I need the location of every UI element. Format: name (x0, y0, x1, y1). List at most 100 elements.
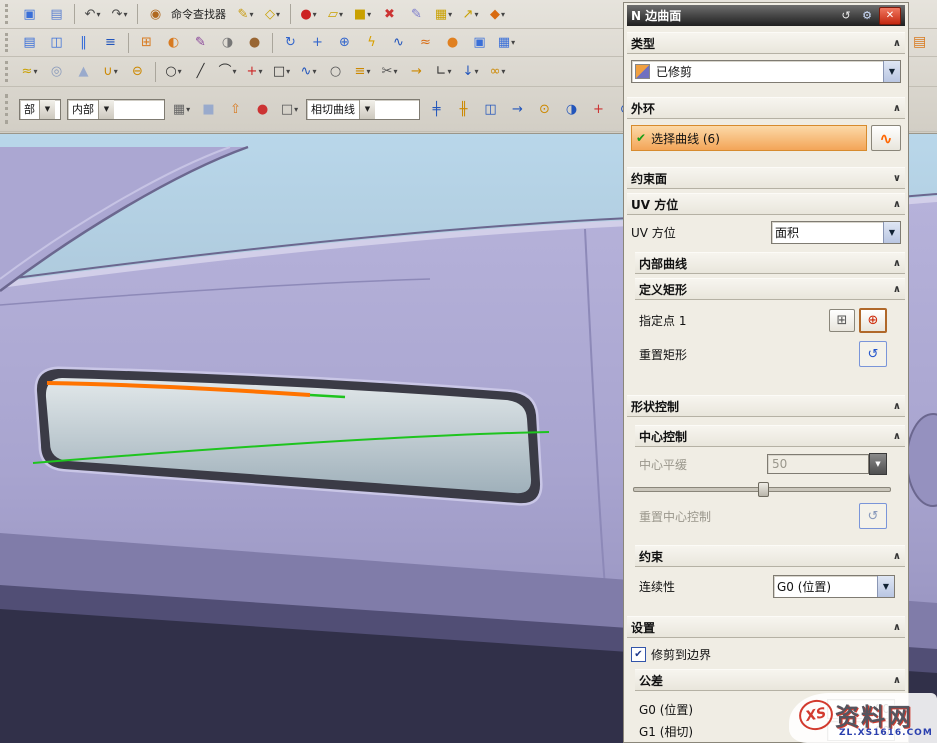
chain-snap-icon[interactable]: ◫ (478, 97, 503, 121)
rectangle-tool-icon[interactable]: □▾ (269, 60, 294, 84)
dropdown-arrow-icon[interactable]: ▾ (249, 10, 253, 19)
join-curve-icon[interactable]: ∞▾ (485, 60, 510, 84)
section-header-settings[interactable]: 设置 ∧ (627, 616, 905, 638)
selection-filter-combo[interactable]: 内部 ▼ (67, 99, 165, 120)
scope-combo[interactable]: 部 ▼ (19, 99, 61, 120)
render-icon[interactable]: ● (242, 31, 267, 55)
pan-view-icon[interactable]: + (305, 31, 330, 55)
chevron-up-icon[interactable]: ∧ (893, 551, 901, 562)
point-constructor-button[interactable]: ⊕ (859, 308, 887, 333)
report-icon[interactable]: ≡ (98, 31, 123, 55)
project-curve-icon[interactable]: ↓▾ (458, 60, 483, 84)
combo-arrow-icon[interactable]: ▼ (359, 100, 375, 119)
toolbar-grip[interactable] (5, 61, 13, 81)
layout-icon[interactable]: ⊞ (134, 31, 159, 55)
dropdown-arrow-icon[interactable]: ▾ (313, 10, 317, 19)
combo-arrow-icon[interactable]: ▼ (98, 100, 114, 119)
fillet-icon[interactable]: ∟▾ (431, 60, 456, 84)
columns-icon[interactable]: ‖ (71, 31, 96, 55)
undo-icon[interactable]: ↶▾ (80, 2, 105, 26)
center-flat-slider[interactable] (633, 481, 891, 495)
type-dropdown[interactable]: 已修剪 ▼ (631, 60, 901, 83)
tile-window-icon[interactable]: ◫ (44, 31, 69, 55)
section-header-uv[interactable]: UV 方位 ∧ (627, 193, 905, 215)
rect-select-icon[interactable]: □▾ (277, 97, 302, 121)
chevron-up-icon[interactable]: ∧ (893, 401, 901, 412)
dropdown-arrow-icon[interactable]: ▾ (393, 67, 397, 76)
line-tool-icon[interactable]: ╱ (188, 60, 213, 84)
dropdown-arrow-icon[interactable]: ▾ (123, 10, 127, 19)
dialog-close-button[interactable]: ✕ (879, 7, 901, 25)
combo-arrow-icon[interactable]: ▼ (39, 100, 55, 119)
type-filter-icon[interactable]: ▦▾ (169, 97, 194, 121)
subtract-icon[interactable]: ⊖ (125, 60, 150, 84)
n-sided-surface-icon[interactable]: ◆▾ (485, 2, 510, 26)
palette-icon[interactable]: ◐ (161, 31, 186, 55)
section-header-center-control[interactable]: 中心控制 ∧ (635, 425, 905, 447)
dropdown-arrow-icon[interactable]: ▾ (186, 105, 190, 114)
section-header-define-rect[interactable]: 定义矩形 ∧ (635, 278, 905, 300)
dropdown-arrow-icon[interactable]: ▾ (474, 10, 478, 19)
dropdown-arrow-icon[interactable]: ▾ (178, 67, 182, 76)
center-flat-options-button[interactable]: ▼ (869, 453, 887, 475)
section-header-shape-control[interactable]: 形状控制 ∧ (627, 395, 905, 417)
section-header-constraint-faces[interactable]: 约束面 ∨ (627, 167, 905, 189)
dropdown-arrow-icon[interactable]: ▾ (366, 67, 370, 76)
point-dialog-button[interactable]: ⊞ (829, 309, 855, 332)
unite-icon[interactable]: ∪▾ (98, 60, 123, 84)
dropdown-arrow-icon[interactable]: ▾ (448, 10, 452, 19)
sketch-icon[interactable]: ✎▾ (233, 2, 258, 26)
section-header-outer-loop[interactable]: 外环 ∧ (627, 97, 905, 119)
select-curve-row[interactable]: ✔ 选择曲线 (6) (631, 125, 867, 151)
toolbar-grip[interactable] (5, 33, 13, 52)
dropdown-arrow-icon[interactable]: ▾ (276, 10, 280, 19)
dropdown-arrow-icon[interactable]: ▾ (474, 67, 478, 76)
command-finder-label[interactable]: 命令查找器 (171, 6, 226, 22)
trim-curve-icon[interactable]: ✂▾ (377, 60, 402, 84)
studio-spline-icon[interactable]: ∿ (386, 31, 411, 55)
redo-icon[interactable]: ↷▾ (107, 2, 132, 26)
dropdown-arrow-icon[interactable]: ▾ (33, 67, 37, 76)
reset-center-button[interactable]: ↺ (859, 503, 887, 529)
dialog-settings-button[interactable]: ⚙ (858, 8, 876, 24)
flash-icon[interactable]: ϟ (359, 31, 384, 55)
midpoint-snap-icon[interactable]: ╫ (451, 97, 476, 121)
delete-face-icon[interactable]: ✖ (377, 2, 402, 26)
edit-face-icon[interactable]: ✎ (404, 2, 429, 26)
arc-tool-icon[interactable]: ⌒▾ (215, 60, 240, 84)
continuity-dropdown[interactable]: G0 (位置) ▼ (773, 575, 895, 598)
grid-icon[interactable]: ▦▾ (494, 31, 519, 55)
uv-dropdown[interactable]: 面积 ▼ (771, 221, 901, 244)
point-icon[interactable]: ●▾ (296, 2, 321, 26)
rotate-view-icon[interactable]: ↻ (278, 31, 303, 55)
next-snap-icon[interactable]: → (505, 97, 530, 121)
dropdown-arrow-icon[interactable]: ▾ (511, 38, 515, 47)
spline-tool-icon[interactable]: ∿▾ (296, 60, 321, 84)
dropdown-arrow-icon[interactable]: ▾ (294, 105, 298, 114)
dropdown-arrow-icon[interactable]: ▾ (501, 10, 505, 19)
section-header-type[interactable]: 类型 ∧ (627, 32, 905, 54)
section-header-inner-curves[interactable]: 内部曲线 ∧ (635, 252, 905, 274)
dropdown-arrow-icon[interactable]: ▾ (96, 10, 100, 19)
annotate-icon[interactable]: ✎ (188, 31, 213, 55)
center-snap-icon[interactable]: ⊙ (532, 97, 557, 121)
extrude-icon[interactable]: ■▾ (350, 2, 375, 26)
dropdown-arrow-icon[interactable]: ▼ (883, 61, 900, 82)
layers-corner-icon[interactable]: ▤ (913, 34, 926, 50)
datum-plane-icon[interactable]: ◇▾ (260, 2, 285, 26)
slider-thumb[interactable] (758, 482, 769, 497)
dropdown-arrow-icon[interactable]: ▾ (501, 67, 505, 76)
dropdown-arrow-icon[interactable]: ▾ (367, 10, 371, 19)
chevron-down-icon[interactable]: ∨ (893, 173, 901, 184)
chevron-up-icon[interactable]: ∧ (893, 284, 901, 295)
circle-tool-icon[interactable]: ○▾ (161, 60, 186, 84)
trim-to-boundary-checkbox[interactable]: ✔ (631, 647, 646, 662)
chevron-up-icon[interactable]: ∧ (893, 38, 901, 49)
center-flat-input[interactable]: 50 (767, 454, 869, 474)
offset-curve-icon[interactable]: ≡▾ (350, 60, 375, 84)
chevron-up-icon[interactable]: ∧ (893, 675, 901, 686)
dropdown-arrow-icon[interactable]: ▾ (286, 67, 290, 76)
cylinder-icon[interactable]: ◎ (44, 60, 69, 84)
dropdown-arrow-icon[interactable]: ▾ (114, 67, 118, 76)
sphere-icon[interactable]: ● (440, 31, 465, 55)
